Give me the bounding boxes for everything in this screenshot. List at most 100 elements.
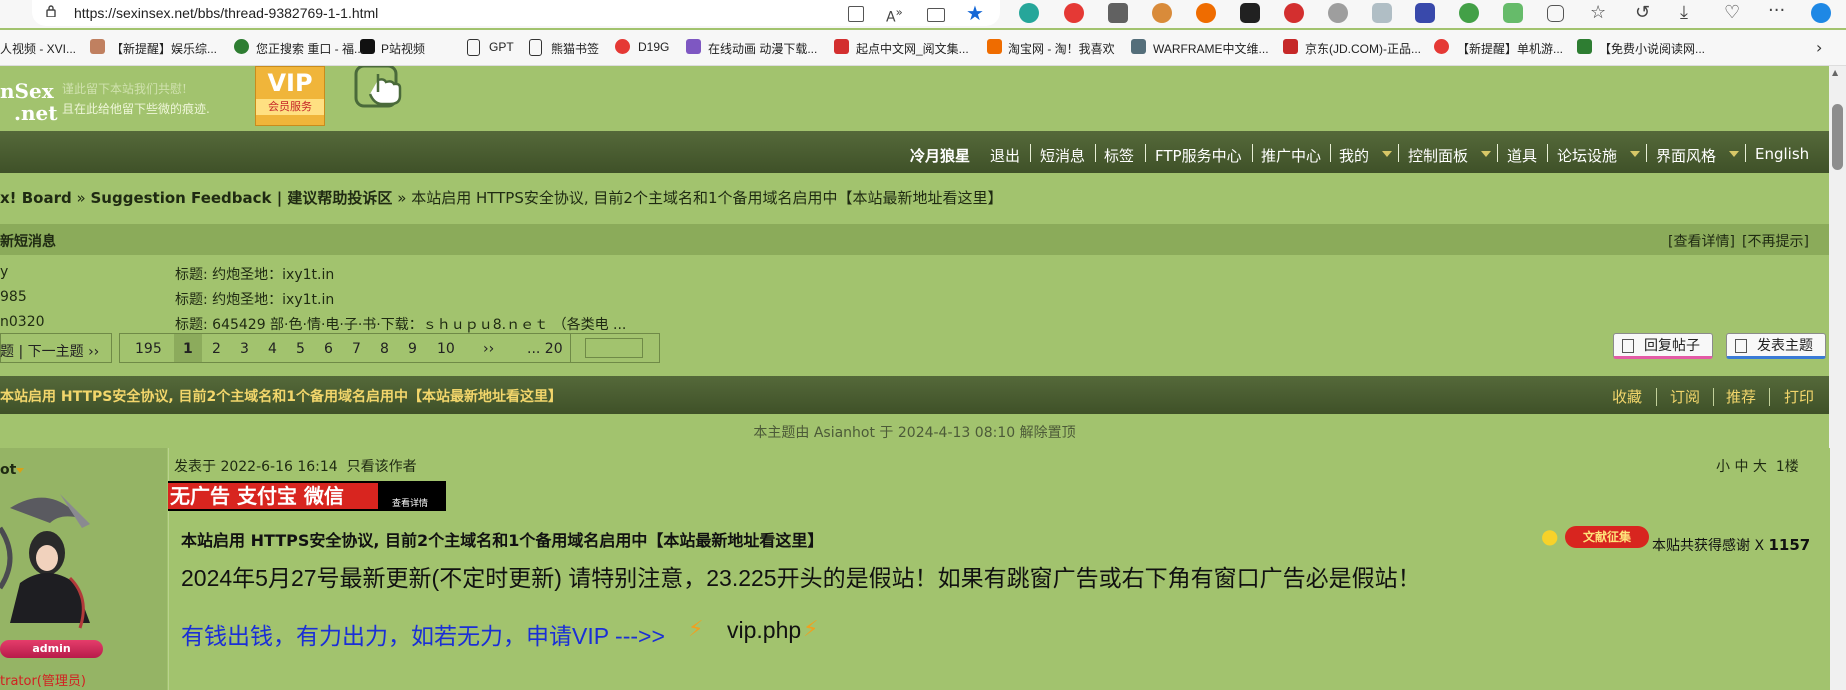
post-author-name[interactable]: ot <box>0 462 16 478</box>
bookmark-item[interactable]: 在线动画 动漫下载... <box>708 40 817 57</box>
pager-page[interactable]: 3 <box>240 341 249 357</box>
chevron-down-icon[interactable] <box>16 468 24 473</box>
pager-page[interactable]: 5 <box>296 341 305 357</box>
chevron-down-icon[interactable] <box>1382 151 1392 157</box>
bookmark-item[interactable]: 您正搜索 重口 - 福... <box>256 40 364 57</box>
vip-apply-link[interactable]: 有钱出钱，有力出力，如若无力，申请VIP --->> <box>181 617 665 651</box>
bookmark-item[interactable]: D19G <box>638 40 669 54</box>
pm-view-details-link[interactable]: [查看详情] <box>1668 231 1735 251</box>
nav-tags[interactable]: 标签 <box>1104 145 1134 166</box>
avatar[interactable] <box>0 488 108 636</box>
favorite-link[interactable]: 收藏 <box>1612 386 1642 407</box>
shield-icon[interactable] <box>1108 3 1128 23</box>
vip-service-badge[interactable]: VIP 会员服务 <box>255 66 325 126</box>
bookmark-item[interactable]: 淘宝网 - 淘！我喜欢 <box>1008 40 1115 57</box>
url-text[interactable]: https://sexinsex.net/bbs/thread-9382769-… <box>74 5 378 21</box>
adblock-icon[interactable] <box>1064 3 1084 23</box>
pm-sender[interactable]: n0320 <box>0 314 45 330</box>
favorite-star-icon[interactable]: ★ <box>966 1 984 25</box>
vip-php-link[interactable]: vip.php <box>727 617 801 644</box>
font-small-link[interactable]: 小 <box>1716 459 1730 475</box>
font-medium-link[interactable]: 中 <box>1734 459 1748 475</box>
nav-separator <box>1330 144 1331 162</box>
nav-control-panel[interactable]: 控制面板 <box>1408 145 1468 166</box>
page-jump-input[interactable] <box>585 338 643 358</box>
ad-free-banner[interactable]: 无广告 支付宝 微信 查看详情 <box>168 481 446 511</box>
pm-sender[interactable]: y <box>0 264 8 280</box>
play-icon[interactable] <box>1415 3 1435 23</box>
bookmark-item[interactable]: 京东(JD.COM)-正品... <box>1305 40 1421 57</box>
extensions-icon[interactable] <box>1547 5 1564 22</box>
extension-icon-6[interactable] <box>1372 3 1392 23</box>
print-link[interactable]: 打印 <box>1784 386 1814 407</box>
pager-page[interactable]: 6 <box>324 341 333 357</box>
favorites-icon[interactable]: ☆ <box>1590 2 1606 23</box>
bookmark-item[interactable]: GPT <box>489 40 514 54</box>
split-screen-icon[interactable] <box>927 8 945 22</box>
nav-props[interactable]: 道具 <box>1507 145 1537 166</box>
performance-icon[interactable]: ♡ <box>1724 2 1740 23</box>
pager-page[interactable]: 4 <box>268 341 277 357</box>
extension-icon-2[interactable] <box>1196 3 1216 23</box>
copilot-icon[interactable] <box>1811 3 1831 23</box>
extension-icon-7[interactable] <box>1503 3 1523 23</box>
chevron-down-icon[interactable] <box>1481 151 1491 157</box>
globe-icon[interactable] <box>1459 3 1479 23</box>
extension-icon[interactable] <box>1019 3 1039 23</box>
nav-theme[interactable]: 界面风格 <box>1656 145 1716 166</box>
new-topic-button[interactable]: 发表主题 <box>1726 333 1826 359</box>
read-aloud-icon[interactable]: A» <box>886 5 903 26</box>
breadcrumb-board[interactable]: x! Board <box>0 189 72 207</box>
nav-logout[interactable]: 退出 <box>990 145 1020 166</box>
only-author-link[interactable]: 只看该作者 <box>347 459 417 475</box>
extension-icon-4[interactable] <box>1284 3 1304 23</box>
extension-icon-5[interactable] <box>1328 3 1348 23</box>
pm-title[interactable]: 标题: 645429 部·色·情·电·子·书·下载：ｓｈｕｐｕ8.ｎｅｔ （各类… <box>175 314 626 334</box>
pager-page[interactable]: 7 <box>352 341 361 357</box>
pager-page[interactable]: 10 <box>437 341 455 357</box>
bookmark-item[interactable]: WARFRAME中文维... <box>1153 40 1269 57</box>
apps-icon[interactable] <box>848 6 864 22</box>
bookmark-item[interactable]: 人视频 - XVI... <box>0 40 76 57</box>
chevron-right-icon[interactable]: › <box>1816 38 1822 57</box>
pager-page[interactable]: 9 <box>408 341 417 357</box>
recommend-link[interactable]: 推荐 <box>1726 386 1756 407</box>
pm-title[interactable]: 标题: 约炮圣地：ixy1t.in <box>175 264 334 284</box>
nav-forum-tools[interactable]: 论坛设施 <box>1557 145 1617 166</box>
post-floor[interactable]: 1楼 <box>1776 459 1799 475</box>
chevron-down-icon[interactable] <box>1630 151 1640 157</box>
nav-english[interactable]: English <box>1755 145 1809 163</box>
nav-promotion[interactable]: 推广中心 <box>1261 145 1321 166</box>
bookmark-item[interactable]: 【免费小说阅读网... <box>1599 40 1705 57</box>
pm-sender[interactable]: 985 <box>0 289 27 305</box>
chevron-down-icon[interactable] <box>1729 151 1739 157</box>
bookmark-item[interactable]: 【新提醒】单机游... <box>1457 40 1563 57</box>
pager-next[interactable]: ›› <box>483 341 494 357</box>
site-logo[interactable]: nSex .net <box>0 80 57 124</box>
prev-next-thread-link[interactable]: 题 | 下一主题 ›› <box>0 341 99 361</box>
nav-ftp[interactable]: FTP服务中心 <box>1155 145 1242 166</box>
bookmark-item[interactable]: P站视频 <box>381 40 425 57</box>
pm-title[interactable]: 标题: 约炮圣地：ixy1t.in <box>175 289 334 309</box>
scroll-up-icon[interactable]: ▲ <box>1832 68 1838 77</box>
font-large-link[interactable]: 大 <box>1753 459 1767 475</box>
pm-dismiss-link[interactable]: [不再提示] <box>1742 231 1809 251</box>
pager-page[interactable]: 2 <box>212 341 221 357</box>
extension-icon-3[interactable] <box>1240 3 1260 23</box>
reply-button[interactable]: 回复帖子 <box>1613 333 1713 359</box>
pager-page[interactable]: 8 <box>380 341 389 357</box>
download-icon[interactable]: ⤓ <box>1680 2 1688 23</box>
bookmark-item[interactable]: 【新提醒】娱乐综... <box>111 40 217 57</box>
scrollbar-thumb[interactable] <box>1832 104 1843 170</box>
bookmark-item[interactable]: 熊猫书签 <box>551 40 599 57</box>
cookie-icon[interactable] <box>1152 3 1172 23</box>
breadcrumb-forum[interactable]: Suggestion Feedback | 建议帮助投诉区 <box>90 189 392 207</box>
nav-messages[interactable]: 短消息 <box>1040 145 1085 166</box>
bookmark-item[interactable]: 起点中文网_阅文集... <box>856 40 969 57</box>
more-menu-icon[interactable]: ··· <box>1768 0 1785 21</box>
history-icon[interactable]: ↺ <box>1635 2 1650 23</box>
nav-my[interactable]: 我的 <box>1339 145 1369 166</box>
nav-username[interactable]: 冷月狼星 <box>910 145 970 166</box>
pager-last[interactable]: ... 20 <box>527 341 563 357</box>
subscribe-link[interactable]: 订阅 <box>1670 386 1700 407</box>
